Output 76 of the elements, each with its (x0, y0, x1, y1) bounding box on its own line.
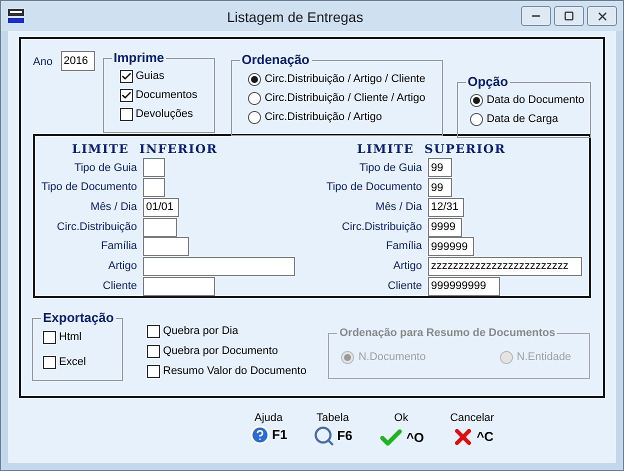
toolbar-button[interactable]: Ok ^O (378, 412, 424, 451)
section-heading: LIMITE INFERIOR (71, 141, 219, 158)
checkbox[interactable] (43, 331, 56, 344)
checkbox[interactable] (147, 365, 160, 378)
checkbox[interactable] (120, 108, 133, 121)
checkbox-label[interactable]: Quebra por Documento (163, 343, 278, 360)
input-field[interactable]: 01/01 (143, 198, 179, 217)
radio-label[interactable]: Circ.Distribuição / Artigo (264, 109, 382, 126)
group-title: Ordenação (240, 52, 312, 68)
radio-button[interactable] (470, 113, 483, 126)
maximize-icon (564, 11, 574, 21)
magnifier-icon (313, 425, 336, 447)
radio-label[interactable]: Circ.Distribuição / Artigo / Cliente (264, 71, 426, 88)
checkbox[interactable] (147, 345, 160, 358)
checkbox[interactable] (147, 325, 160, 338)
group-title: Exportação (41, 310, 116, 326)
checkbox[interactable] (120, 70, 133, 83)
close-button[interactable] (587, 6, 617, 26)
checkbox-label[interactable]: Documentos (136, 87, 198, 104)
field-label: Artigo (392, 259, 423, 274)
input-field[interactable] (143, 218, 177, 237)
input-field[interactable]: 99 (428, 158, 452, 178)
input-field[interactable] (143, 276, 215, 296)
toolbar-button[interactable]: Tabela F6 (313, 412, 352, 451)
checkbox-label[interactable]: Resumo Valor do Documento (163, 363, 306, 380)
input-field[interactable]: 99 (428, 178, 452, 198)
checkmark-icon (120, 90, 132, 101)
input-field[interactable]: 12/31 (428, 198, 464, 217)
input-field[interactable]: 999999999 (428, 276, 500, 296)
checkbox-label[interactable]: Html (59, 329, 82, 346)
radio-button[interactable] (470, 94, 483, 107)
checkbox-label[interactable]: Excel (59, 354, 86, 371)
input-field[interactable] (143, 178, 165, 198)
input-field[interactable]: zzzzzzzzzzzzzzzzzzzzzzzzz (428, 256, 582, 276)
checkbox-label[interactable]: Devoluções (136, 106, 194, 123)
field-label: Tipo de Guia (358, 160, 423, 176)
radio-button[interactable] (248, 111, 261, 124)
section-heading: LIMITE SUPERIOR (356, 141, 507, 158)
field-label: Circ.Distribuição (56, 220, 138, 235)
field-label: Família (100, 239, 138, 254)
field-label: Ano (33, 55, 53, 70)
toolbar-button[interactable]: Cancelar ^C (450, 412, 494, 451)
field-label: Tipo de Documento (40, 180, 138, 196)
group-title: Ordenação para Resumo de Documentos (337, 325, 558, 341)
field-label: Tipo de Guia (73, 160, 138, 176)
checkmark-icon (120, 71, 132, 82)
checkbox-label[interactable]: Guias (136, 68, 164, 85)
checkbox[interactable] (120, 89, 133, 102)
group-title: Opção (466, 74, 510, 90)
maximize-button[interactable] (554, 6, 584, 26)
field-label: Família (384, 239, 423, 254)
input-field[interactable]: 2016 (60, 51, 95, 71)
radio-label[interactable]: Data do Documento (486, 92, 584, 109)
help-icon (250, 425, 270, 445)
close-icon (596, 10, 608, 22)
input-field[interactable] (143, 158, 165, 178)
window-title: Listagem de Entregas (227, 8, 364, 27)
input-field[interactable]: 999999 (428, 237, 474, 256)
field-label: Cliente (102, 278, 138, 294)
field-label: Mês / Dia (374, 200, 423, 216)
checkbox[interactable] (43, 356, 56, 369)
field-label: Mês / Dia (90, 200, 138, 216)
input-field[interactable] (143, 237, 189, 256)
radio-label[interactable]: Circ.Distribuição / Cliente / Artigo (264, 90, 426, 107)
group-title: Imprime (112, 50, 166, 66)
field-label: Tipo de Documento (325, 180, 423, 196)
toolbar-button[interactable]: Ajuda F1 (250, 412, 288, 451)
radio-button[interactable] (248, 92, 261, 105)
radio-label[interactable]: Data de Carga (486, 111, 558, 128)
input-field[interactable] (143, 256, 295, 276)
field-label: Artigo (107, 259, 138, 274)
field-label: Cliente (386, 278, 423, 294)
radio-button[interactable] (248, 73, 261, 86)
field-label: Circ.Distribuição (340, 220, 423, 235)
checkbox-label[interactable]: Quebra por Dia (163, 323, 238, 340)
input-field[interactable]: 9999 (428, 218, 462, 237)
